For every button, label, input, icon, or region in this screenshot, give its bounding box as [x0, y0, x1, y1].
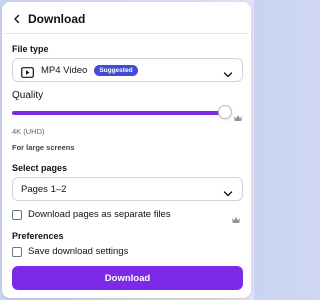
quality-slider-thumb[interactable] [218, 105, 232, 119]
chevron-down-icon [223, 185, 233, 197]
quality-slider-fill [12, 111, 225, 115]
download-button[interactable]: Download [12, 266, 243, 290]
header-divider [4, 33, 249, 34]
quality-description: For large screens [12, 143, 75, 152]
file-type-select[interactable]: MP4 Video Suggested [12, 58, 243, 82]
separate-files-option[interactable]: Download pages as separate files [12, 209, 171, 220]
select-pages-dropdown[interactable]: Pages 1–2 [12, 177, 243, 201]
download-panel: Download File type MP4 Video Suggested Q… [2, 2, 251, 298]
chevron-left-icon [10, 12, 24, 26]
save-settings-label: Save download settings [28, 246, 129, 257]
back-button[interactable]: Download [10, 9, 130, 29]
chevron-down-icon [223, 66, 233, 78]
crown-icon [233, 109, 243, 121]
quality-label: Quality [12, 90, 44, 101]
save-settings-option[interactable]: Save download settings [12, 246, 128, 257]
suggested-badge: Suggested [94, 64, 138, 76]
select-pages-value: Pages 1–2 [21, 183, 67, 195]
file-type-value: MP4 Video [41, 64, 88, 76]
separate-files-checkbox[interactable] [12, 209, 22, 220]
crown-icon [231, 211, 241, 223]
quality-slider[interactable] [12, 111, 225, 115]
quality-value: 4K (UHD) [12, 127, 45, 136]
save-settings-checkbox[interactable] [12, 246, 22, 257]
preferences-label: Preferences [12, 231, 64, 241]
file-type-label: File type [12, 44, 49, 54]
separate-files-label: Download pages as separate files [28, 209, 171, 220]
video-icon [21, 65, 34, 78]
select-pages-label: Select pages [12, 163, 68, 173]
panel-title: Download [28, 12, 86, 26]
